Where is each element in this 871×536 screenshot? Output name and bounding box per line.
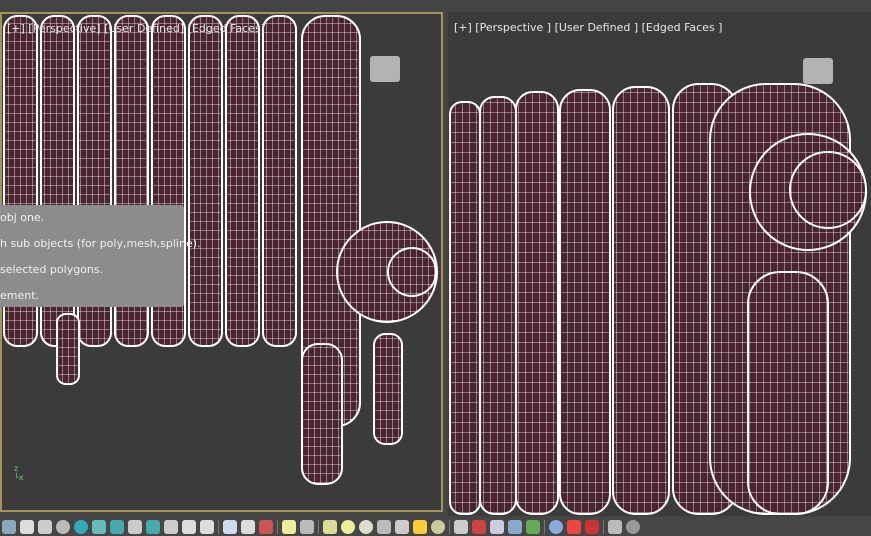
radiator-fin [515,91,559,515]
molecule-icon[interactable] [472,520,486,534]
sphere-outline-icon[interactable] [359,520,373,534]
plant-icon[interactable] [526,520,540,534]
camera-icon[interactable] [128,520,142,534]
globe-icon[interactable] [549,520,563,534]
egg-icon[interactable] [431,520,445,534]
bottom-toolbar [0,518,871,536]
sphere-icon[interactable] [341,520,355,534]
valve-cap [789,151,867,229]
radiator-fin [449,101,481,515]
viewcube-icon[interactable] [370,56,400,82]
color-swatch-icon[interactable] [585,520,599,534]
plane-icon[interactable] [323,520,337,534]
tower-icon[interactable] [490,520,504,534]
radiator-pipe [747,271,829,515]
sun-icon[interactable] [413,520,427,534]
radiator-fin [612,86,670,515]
tooltip-line: ement. [0,289,40,302]
spiral-icon[interactable] [182,520,196,534]
valve-cap [387,247,437,297]
teapot-outline-icon[interactable] [164,520,178,534]
tooltip: obj one. h sub objects (for poly,mesh,sp… [0,205,201,307]
lightbulb-icon[interactable] [200,520,214,534]
box-icon[interactable] [146,520,160,534]
axis-gizmo-icon: z └x [14,464,24,482]
help-icon[interactable] [626,520,640,534]
crystal-icon[interactable] [508,520,522,534]
radiator-leg [56,313,80,385]
radiator-fin [225,15,260,347]
toolbar-separator [318,520,319,534]
radiator-wireframe-right [449,83,867,515]
viewport-right[interactable]: [+] [Perspective ] [User Defined ] [Edge… [448,12,871,516]
viewport-label-right[interactable]: [+] [Perspective ] [User Defined ] [Edge… [454,21,722,34]
grid-icon[interactable] [92,520,106,534]
palette-icon[interactable] [567,520,581,534]
torus-icon[interactable] [56,520,70,534]
teapot-icon[interactable] [223,520,237,534]
radiator-fin [262,15,297,347]
sphere-teal-icon[interactable] [74,520,88,534]
toolbar-separator [218,520,219,534]
radiator-leg [301,343,343,485]
cone-icon[interactable] [20,520,34,534]
film-camera-icon[interactable] [300,520,314,534]
tooltip-line: selected polygons. [0,263,104,276]
render-icon[interactable] [259,520,273,534]
toolbar-separator [277,520,278,534]
tree-icon[interactable] [38,520,52,534]
light-icon[interactable] [282,520,296,534]
toolbar-separator [603,520,604,534]
tooltip-line: h sub objects (for poly,mesh,spline). [0,237,201,250]
radiator-fin [479,96,517,515]
radiator-leg [373,333,403,445]
cup-icon[interactable] [377,520,391,534]
checker-icon[interactable] [454,520,468,534]
cloud-icon[interactable] [241,520,255,534]
select-icon[interactable] [110,520,124,534]
list-icon[interactable] [2,520,16,534]
toolbar-separator [544,520,545,534]
tooltip-line: obj one. [0,211,45,224]
cone-gray-icon[interactable] [395,520,409,534]
viewcube-icon[interactable] [803,58,833,84]
bottle-icon[interactable] [608,520,622,534]
radiator-fin [559,89,611,515]
radiator-fin [188,15,223,347]
viewport-label-left[interactable]: [+] [Perspective] [User Defined] [Edged … [7,22,265,35]
toolbar-separator [449,520,450,534]
